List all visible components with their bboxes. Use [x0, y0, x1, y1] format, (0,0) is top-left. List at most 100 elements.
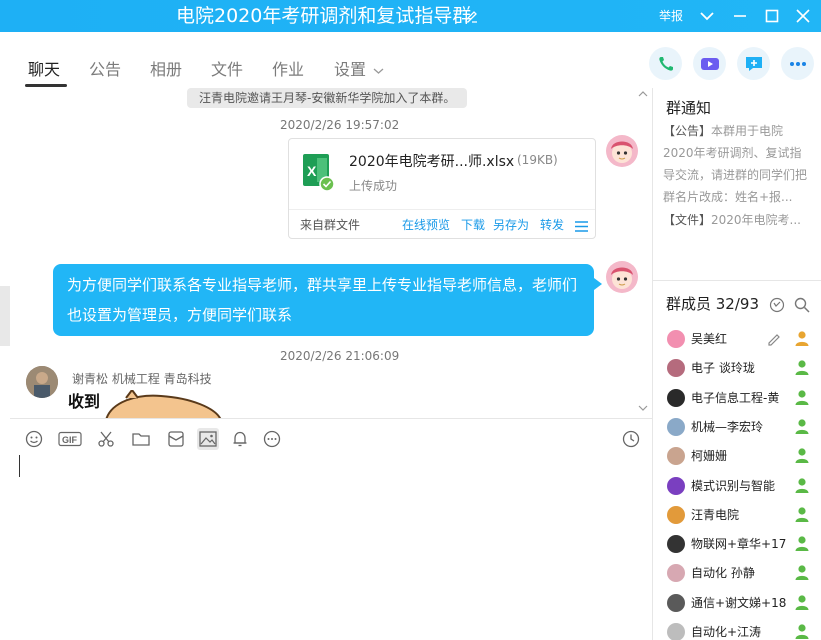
member-status-icon: [793, 593, 811, 611]
bell-icon[interactable]: [229, 428, 251, 450]
active-tab-indicator: [25, 84, 67, 87]
file-name[interactable]: 2020年电院考研...师.xlsx: [349, 151, 514, 171]
member-row[interactable]: 机械—李宏玲: [667, 416, 817, 438]
voice-call-button[interactable]: [649, 47, 682, 80]
member-name: 汪青电院: [691, 507, 740, 522]
member-row[interactable]: 自动化+江涛: [667, 621, 817, 640]
avatar[interactable]: [667, 417, 685, 436]
collapse-icon[interactable]: [638, 88, 648, 101]
image-icon[interactable]: [197, 428, 219, 450]
member-name: 物联网+章华+17: [691, 537, 787, 552]
member-status-icon: [793, 446, 811, 464]
member-row[interactable]: 模式识别与智能: [667, 475, 817, 497]
avatar[interactable]: [667, 505, 685, 524]
gif-icon[interactable]: GIF: [57, 428, 83, 450]
tab-files[interactable]: 文件: [211, 56, 243, 80]
emoji-icon[interactable]: [23, 428, 45, 450]
window-title: 电院2020年考研调剂和复试指导群: [176, 5, 472, 27]
message-timestamp: 2020/2/26 21:06:09: [280, 349, 400, 363]
tab-homework[interactable]: 作业: [272, 56, 304, 80]
preview-link[interactable]: 在线预览: [402, 216, 450, 233]
report-link[interactable]: 举报: [659, 7, 683, 24]
history-clock-icon[interactable]: [620, 428, 642, 450]
sticker-text: 收到: [68, 392, 101, 411]
tab-settings[interactable]: 设置: [334, 56, 366, 80]
avatar[interactable]: [667, 535, 685, 554]
screenshot-scissors-icon[interactable]: [95, 428, 117, 450]
member-name: 自动化 孙静: [691, 566, 755, 581]
close-icon[interactable]: [791, 4, 815, 28]
edit-title-icon[interactable]: [464, 8, 478, 27]
member-row[interactable]: 物联网+章华+17: [667, 533, 817, 555]
svg-text:GIF: GIF: [62, 435, 78, 445]
redpacket-icon[interactable]: [165, 428, 187, 450]
avatar[interactable]: [26, 366, 58, 398]
download-link[interactable]: 下载: [461, 216, 485, 233]
avatar[interactable]: [667, 388, 685, 407]
panel-divider: [653, 280, 821, 281]
search-icon[interactable]: [794, 297, 810, 317]
avatar[interactable]: [606, 261, 638, 293]
tab-album[interactable]: 相册: [150, 56, 182, 80]
file-source: 来自群文件: [300, 218, 361, 232]
video-call-button[interactable]: [693, 47, 726, 80]
avatar[interactable]: [667, 564, 685, 583]
more-tools-icon[interactable]: [261, 428, 283, 450]
member-manage-icon[interactable]: [769, 297, 785, 317]
chevron-down-icon[interactable]: [373, 60, 384, 79]
message-input[interactable]: [10, 450, 652, 640]
forward-link[interactable]: 转发: [540, 216, 564, 233]
chevron-down-icon[interactable]: [695, 4, 719, 28]
scroll-down-icon[interactable]: [638, 402, 648, 415]
member-status-icon: [793, 476, 811, 494]
svg-text:X: X: [307, 163, 317, 179]
avatar[interactable]: [667, 476, 685, 495]
member-row[interactable]: 吴美红: [667, 328, 817, 350]
more-button[interactable]: [781, 47, 814, 80]
title-bar: 电院2020年考研调剂和复试指导群 举报: [0, 0, 821, 32]
member-row[interactable]: 电子 谈玲珑: [667, 357, 817, 379]
message-bubble[interactable]: 为方便同学们联系各专业指导老师，群共享里上传专业指导老师信息，老师们也设置为管理…: [53, 264, 594, 336]
avatar[interactable]: [667, 359, 685, 378]
member-row[interactable]: 汪青电院: [667, 504, 817, 526]
avatar[interactable]: [667, 593, 685, 612]
member-name: 电子信息工程-黄: [691, 390, 780, 405]
tab-announcement[interactable]: 公告: [89, 56, 121, 80]
card-divider: [289, 209, 595, 210]
input-divider[interactable]: [10, 418, 652, 419]
member-row[interactable]: 电子信息工程-黄: [667, 387, 817, 409]
share-screen-button[interactable]: [737, 47, 770, 80]
members-title: 群成员 32/93: [666, 295, 759, 313]
avatar[interactable]: [667, 623, 685, 640]
minimize-icon[interactable]: [728, 4, 752, 28]
avatar[interactable]: [667, 447, 685, 466]
announcement-tag: 【公告】: [663, 124, 712, 138]
right-panel: 群通知 【公告】本群用于电院2020年考研调剂、复试指导交流，请进群的同学们把群…: [652, 88, 821, 640]
file-size: (19KB): [517, 153, 558, 167]
system-message: 汪青电院邀请王月琴-安徽新华学院加入了本群。: [187, 88, 468, 108]
member-status-icon: [793, 388, 811, 406]
save-as-link[interactable]: 另存为: [493, 216, 529, 233]
member-status-icon: [793, 417, 811, 435]
avatar[interactable]: [667, 330, 685, 348]
menu-icon[interactable]: [575, 217, 588, 236]
bubble-tail: [594, 278, 602, 290]
tab-bar: 聊天 公告 相册 文件 作业 设置: [0, 32, 652, 88]
sticker-image[interactable]: 收到: [66, 390, 226, 418]
chat-area[interactable]: 汪青电院邀请王月琴-安徽新华学院加入了本群。 2020/2/26 19:57:0…: [10, 88, 652, 418]
folder-icon[interactable]: [130, 428, 152, 450]
member-row[interactable]: 通信+谢文娣+18: [667, 592, 817, 614]
side-handle[interactable]: [0, 286, 10, 346]
notice-file-preview[interactable]: 【文件】2020年电院考...: [663, 211, 801, 228]
member-status-icon: [793, 622, 811, 640]
file-card[interactable]: X 2020年电院考研...师.xlsx (19KB) 上传成功 来自群文件 在…: [288, 138, 596, 239]
text-cursor: [19, 455, 20, 477]
announcement-preview[interactable]: 【公告】本群用于电院2020年考研调剂、复试指导交流，请进群的同学们把群名片改成…: [663, 120, 813, 208]
maximize-icon[interactable]: [760, 4, 784, 28]
member-name: 通信+谢文娣+18: [691, 595, 787, 610]
member-row[interactable]: 自动化 孙静: [667, 562, 817, 584]
edit-icon[interactable]: [767, 331, 781, 350]
member-row[interactable]: 柯姗姗: [667, 445, 817, 467]
avatar[interactable]: [606, 135, 638, 167]
tab-chat[interactable]: 聊天: [28, 56, 60, 80]
